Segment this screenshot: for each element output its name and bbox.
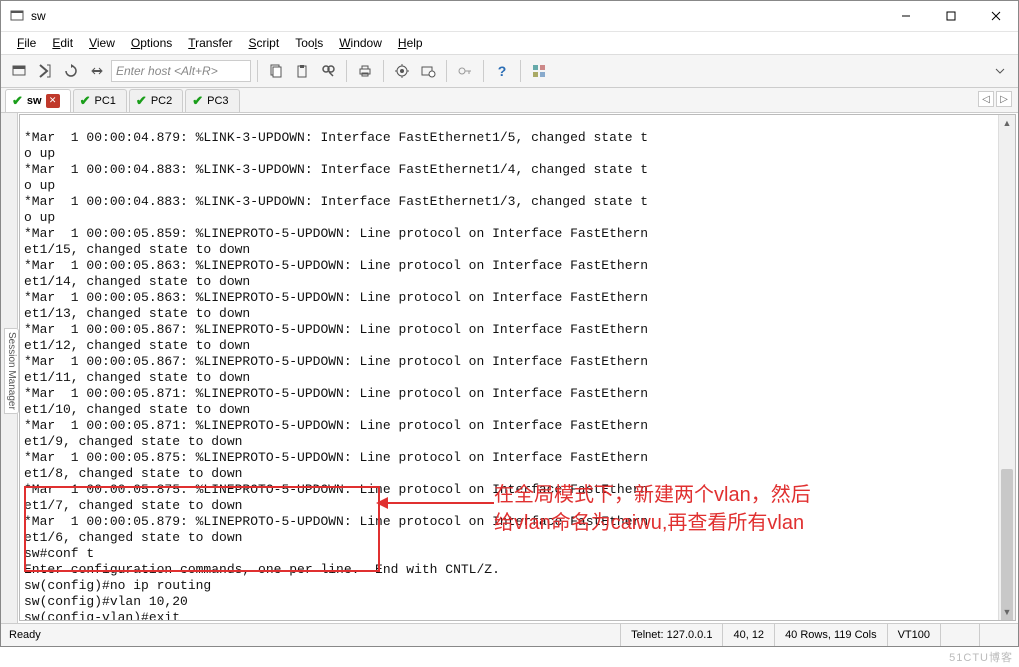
status-bar: Ready Telnet: 127.0.0.1 40, 12 40 Rows, … — [1, 623, 1018, 646]
app-icon — [9, 8, 25, 24]
annotation-box — [24, 486, 380, 572]
menu-window[interactable]: Window — [333, 34, 388, 52]
tab-close-icon[interactable]: ✕ — [46, 94, 60, 108]
title-bar: sw — [1, 1, 1018, 32]
tab-pc2[interactable]: ✔ PC2 — [129, 89, 183, 112]
settings-button[interactable] — [390, 59, 414, 83]
find-button[interactable] — [316, 59, 340, 83]
help-button[interactable]: ? — [490, 59, 514, 83]
menu-edit[interactable]: Edit — [46, 34, 79, 52]
toolbar-separator — [483, 60, 484, 82]
tab-label: sw — [27, 95, 42, 107]
toolbar: Enter host <Alt+R> ? — [1, 54, 1018, 88]
tab-label: PC3 — [207, 95, 228, 107]
check-icon: ✔ — [80, 93, 91, 109]
app-window: sw File Edit View Options Transfer Scrip… — [0, 0, 1019, 647]
terminal-panel[interactable]: *Mar 1 00:00:04.879: %LINK-3-UPDOWN: Int… — [19, 114, 1016, 621]
toolbar-separator — [520, 60, 521, 82]
close-button[interactable] — [973, 1, 1018, 31]
session-options-button[interactable] — [416, 59, 440, 83]
status-cursor: 40, 12 — [722, 624, 774, 646]
window-title: sw — [31, 9, 883, 23]
minimize-button[interactable] — [883, 1, 928, 31]
paste-button[interactable] — [290, 59, 314, 83]
key-button[interactable] — [453, 59, 477, 83]
toolbar-separator — [257, 60, 258, 82]
copy-button[interactable] — [264, 59, 288, 83]
tab-prev-button[interactable]: ◁ — [978, 91, 994, 107]
status-emulation: VT100 — [887, 624, 940, 646]
menu-transfer[interactable]: Transfer — [182, 34, 238, 52]
status-ready: Ready — [1, 624, 51, 646]
scroll-thumb[interactable] — [1001, 469, 1013, 621]
maximize-button[interactable] — [928, 1, 973, 31]
menu-tools[interactable]: Tools — [289, 34, 329, 52]
tab-pc1[interactable]: ✔ PC1 — [73, 89, 127, 112]
tile-button[interactable] — [527, 59, 551, 83]
scroll-down-icon[interactable]: ▼ — [999, 604, 1015, 620]
check-icon: ✔ — [136, 93, 147, 109]
menu-file[interactable]: File — [11, 34, 42, 52]
toolbar-separator — [346, 60, 347, 82]
session-button[interactable] — [7, 59, 31, 83]
tab-label: PC2 — [151, 95, 172, 107]
menu-script[interactable]: Script — [243, 34, 286, 52]
tab-nav: ◁ ▷ — [978, 91, 1012, 107]
reconnect-button[interactable] — [59, 59, 83, 83]
toolbar-separator — [383, 60, 384, 82]
tab-label: PC1 — [95, 95, 116, 107]
tab-next-button[interactable]: ▷ — [996, 91, 1012, 107]
sidebar-label: Session Manager — [4, 328, 19, 414]
print-button[interactable] — [353, 59, 377, 83]
menu-bar: File Edit View Options Transfer Script T… — [1, 32, 1018, 54]
menu-help[interactable]: Help — [392, 34, 429, 52]
tab-pc3[interactable]: ✔ PC3 — [185, 89, 239, 112]
annotation-arrow-icon — [376, 493, 496, 513]
host-input[interactable]: Enter host <Alt+R> — [111, 60, 251, 82]
tab-sw[interactable]: ✔ sw ✕ — [5, 89, 71, 112]
toolbar-separator — [446, 60, 447, 82]
main-area: Session Manager *Mar 1 00:00:04.879: %LI… — [1, 113, 1018, 623]
watermark: 51CTU博客 — [949, 649, 1013, 665]
status-num — [979, 624, 1018, 646]
status-connection: Telnet: 127.0.0.1 — [620, 624, 722, 646]
check-icon: ✔ — [12, 93, 23, 109]
menu-view[interactable]: View — [83, 34, 121, 52]
quick-connect-button[interactable] — [33, 59, 57, 83]
session-manager-sidebar[interactable]: Session Manager — [1, 113, 18, 623]
menu-options[interactable]: Options — [125, 34, 178, 52]
annotation-text: 在全局模式下，新建两个vlan，然后 给vlan命名为caiwu,再查看所有vl… — [494, 481, 811, 537]
status-size: 40 Rows, 119 Cols — [774, 624, 887, 646]
check-icon: ✔ — [192, 93, 203, 109]
scroll-up-icon[interactable]: ▲ — [999, 115, 1015, 131]
scrollbar[interactable]: ▲ ▼ — [998, 115, 1015, 620]
status-caps — [940, 624, 979, 646]
disconnect-button[interactable] — [85, 59, 109, 83]
tab-bar: ✔ sw ✕ ✔ PC1 ✔ PC2 ✔ PC3 ◁ ▷ — [1, 88, 1018, 113]
toolbar-overflow[interactable] — [988, 59, 1012, 83]
